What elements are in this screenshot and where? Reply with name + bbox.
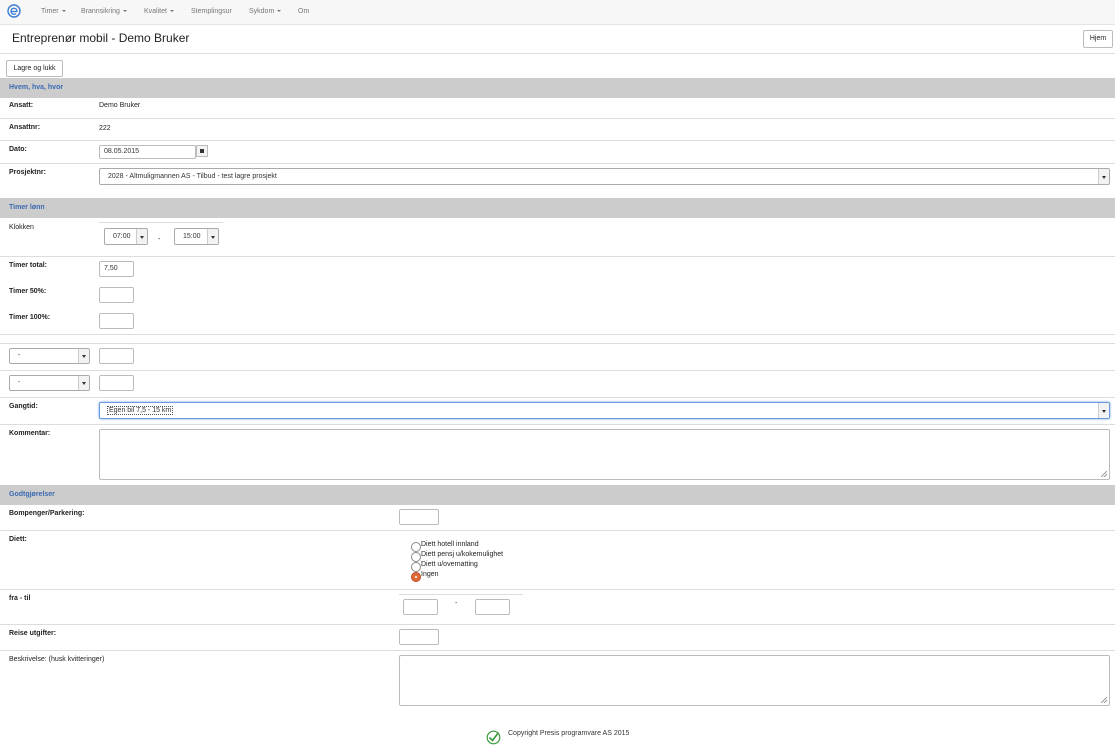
hours-100-label: Timer 100%: bbox=[9, 314, 51, 321]
row-divider bbox=[99, 222, 223, 223]
app-logo-icon[interactable] bbox=[7, 4, 21, 18]
to-time-select[interactable]: 15:00 bbox=[174, 228, 219, 245]
chevron-down-icon bbox=[169, 10, 174, 13]
section-title: Timer lønn bbox=[9, 204, 45, 211]
extra-type-select-1[interactable]: - bbox=[9, 348, 90, 364]
employee-no-label: Ansattnr: bbox=[9, 124, 41, 131]
radio-label-diet-no-overnight: Diett u/overnatting bbox=[421, 561, 478, 568]
row-divider bbox=[0, 589, 1115, 590]
extra-hours-input-1[interactable] bbox=[99, 348, 134, 364]
from-to-label: fra - til bbox=[9, 595, 31, 602]
nav-sykdom[interactable]: Sykdom bbox=[249, 8, 282, 15]
chevron-down-icon bbox=[277, 10, 282, 13]
total-hours-input[interactable]: 7,50 bbox=[99, 261, 134, 277]
nav-timer[interactable]: Timer bbox=[41, 8, 66, 15]
radio-label-diet-hotel: Diett hotell innland bbox=[421, 541, 479, 548]
from-input[interactable] bbox=[403, 599, 438, 615]
row-divider bbox=[0, 163, 1115, 164]
section-header-allowances: Godtgjørelser bbox=[0, 485, 1115, 505]
date-label: Dato: bbox=[9, 146, 27, 153]
nav-brannsikring[interactable]: Brannsikring bbox=[81, 8, 127, 15]
travel-expenses-input[interactable] bbox=[399, 629, 439, 645]
nav-om[interactable]: Om bbox=[298, 8, 309, 15]
travel-expenses-label: Reise utgifter: bbox=[9, 630, 57, 637]
resize-grip-icon[interactable] bbox=[1101, 697, 1107, 703]
hours-50-input[interactable] bbox=[99, 287, 134, 303]
hours-50-label: Timer 50%: bbox=[9, 288, 47, 295]
chevron-down-icon bbox=[1098, 169, 1109, 184]
row-divider bbox=[0, 256, 1115, 257]
section-header-hours: Timer lønn bbox=[0, 198, 1115, 218]
nav-kvalitet[interactable]: Kvalitet bbox=[144, 8, 174, 15]
date-input[interactable]: 08.05.2015 bbox=[99, 145, 196, 159]
row-divider bbox=[399, 594, 523, 595]
extra-type-value: - bbox=[18, 379, 21, 386]
section-title: Godtgjørelser bbox=[9, 491, 55, 498]
extra-type-value: - bbox=[18, 352, 21, 359]
row-divider bbox=[0, 140, 1115, 141]
chevron-down-icon bbox=[1098, 403, 1109, 418]
row-divider bbox=[0, 334, 1115, 335]
employee-label: Ansatt: bbox=[9, 102, 34, 109]
clock-label: Klokken bbox=[9, 224, 34, 231]
radio-diet-hotel[interactable] bbox=[411, 542, 421, 552]
section-header-who: Hvem, hva, hvor bbox=[0, 78, 1115, 98]
chevron-down-icon bbox=[61, 10, 66, 13]
walk-time-value: Egen bil 7,5 - 15 km bbox=[106, 406, 174, 415]
divider bbox=[0, 53, 1115, 54]
chevron-down-icon bbox=[207, 229, 218, 244]
project-label: Prosjektnr: bbox=[9, 169, 46, 176]
row-divider bbox=[0, 624, 1115, 625]
from-time-value: 07:00 bbox=[113, 233, 131, 240]
radio-label-diet-pension: Diett pensj u/kokemulighet bbox=[421, 551, 504, 558]
to-time-value: 15:00 bbox=[183, 233, 201, 240]
chevron-down-icon bbox=[136, 229, 147, 244]
employee-no-value: 222 bbox=[99, 125, 111, 132]
row-divider bbox=[0, 424, 1115, 425]
radio-diet-pension[interactable] bbox=[411, 552, 421, 562]
save-close-button[interactable]: Lagre og lukk bbox=[6, 60, 63, 77]
chevron-down-icon bbox=[78, 376, 89, 390]
time-separator: - bbox=[158, 236, 161, 243]
comment-label: Kommentar: bbox=[9, 430, 51, 437]
radio-diet-no-overnight[interactable] bbox=[411, 562, 421, 572]
walk-time-select[interactable]: Egen bil 7,5 - 15 km bbox=[99, 402, 1110, 419]
radio-label-diet-none: Ingen bbox=[421, 571, 439, 578]
walk-time-label: Gangtid: bbox=[9, 403, 38, 410]
row-divider bbox=[0, 118, 1115, 119]
total-hours-label: Timer total: bbox=[9, 262, 47, 269]
diet-label: Diett: bbox=[9, 536, 27, 543]
from-to-separator: - bbox=[455, 600, 458, 607]
project-select[interactable]: 2028 - Altmulig­mannen AS - Tilbud - tes… bbox=[99, 168, 1110, 185]
row-divider bbox=[0, 343, 1115, 344]
extra-type-select-2[interactable]: - bbox=[9, 375, 90, 391]
description-textarea[interactable] bbox=[399, 655, 1110, 706]
toll-input[interactable] bbox=[399, 509, 439, 525]
home-button[interactable]: Hjem bbox=[1083, 30, 1113, 48]
footer-copyright: Copyright Presis programvare AS 2015 bbox=[508, 730, 630, 737]
row-divider bbox=[0, 530, 1115, 531]
toll-label: Bompenger/Parkering: bbox=[9, 510, 85, 517]
row-divider bbox=[0, 650, 1115, 651]
description-label: Beskrivelse: (husk kvitteringer) bbox=[9, 656, 105, 663]
chevron-down-icon bbox=[122, 10, 127, 13]
top-navbar: Timer Brannsikring Kvalitet Stemplingsur… bbox=[0, 0, 1115, 25]
page-title: Entreprenør mobil - Demo Bruker bbox=[12, 31, 190, 45]
chevron-down-icon bbox=[78, 349, 89, 363]
checkmark-icon bbox=[486, 730, 501, 745]
project-select-value: 2028 - Altmulig­mannen AS - Tilbud - tes… bbox=[108, 173, 277, 180]
radio-diet-none[interactable] bbox=[411, 572, 421, 582]
row-divider bbox=[0, 397, 1115, 398]
from-time-select[interactable]: 07:00 bbox=[104, 228, 148, 245]
section-title: Hvem, hva, hvor bbox=[9, 84, 64, 91]
nav-stemplingsur[interactable]: Stemplingsur bbox=[191, 8, 232, 15]
employee-value: Demo Bruker bbox=[99, 102, 141, 109]
comment-textarea[interactable] bbox=[99, 429, 1110, 480]
extra-hours-input-2[interactable] bbox=[99, 375, 134, 391]
to-input[interactable] bbox=[475, 599, 510, 615]
row-divider bbox=[0, 370, 1115, 371]
hours-100-input[interactable] bbox=[99, 313, 134, 329]
resize-grip-icon[interactable] bbox=[1101, 471, 1107, 477]
calendar-icon[interactable] bbox=[196, 145, 208, 157]
